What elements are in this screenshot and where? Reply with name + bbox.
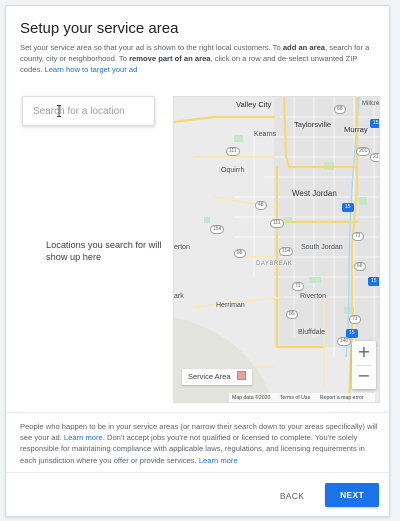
terms-of-use-link[interactable]: Terms of Use — [280, 395, 311, 401]
map-label-daybreak: DAYBREAK — [256, 261, 293, 267]
route-shield: 71 — [292, 282, 304, 291]
map-label-riverton: Riverton — [300, 293, 327, 300]
map-attribution: Map data ©2020 Terms of Use Report a map… — [229, 393, 375, 402]
route-shield: 71 — [352, 232, 364, 241]
section-divider — [6, 412, 391, 413]
map-label-oquirrh: Oquirrh — [221, 167, 245, 174]
learn-more-link-2[interactable]: Learn more — [199, 456, 238, 465]
footer-divider — [6, 472, 391, 473]
location-search-input[interactable] — [22, 96, 155, 126]
zoom-out-button[interactable]: − — [352, 365, 376, 389]
map-label-taylorsville: Taylorsville — [294, 120, 332, 129]
page-title: Setup your service area — [20, 20, 179, 37]
route-shield: 154 — [279, 247, 294, 256]
empty-locations-message: Locations you search for will show up he… — [46, 240, 162, 262]
interstate-shield: 15 — [368, 277, 379, 286]
route-shield: 154 — [210, 225, 225, 234]
interstate-shield: 15 — [342, 203, 354, 212]
service-area-card: Setup your service area Set your service… — [5, 5, 391, 517]
interstate-shield: 15 — [370, 119, 379, 128]
intro-part-1: Set your service area so that your ad is… — [20, 43, 283, 52]
map-base-tiles — [174, 97, 379, 402]
learn-how-to-target-link[interactable]: Learn how to target your ad — [44, 65, 137, 74]
map-label-lark: ark — [174, 293, 184, 300]
route-shield: 140 — [337, 337, 352, 346]
route-shield: 111 — [226, 147, 240, 156]
route-shield: 201 — [356, 147, 371, 156]
route-shield: 71 — [349, 315, 361, 324]
map-label-south-jordan: South Jordan — [301, 244, 343, 251]
route-shield: 215 — [370, 153, 379, 162]
route-shield: 68 — [354, 262, 366, 271]
map-zoom-control: + − — [352, 341, 376, 389]
legend-label: Service Area — [188, 372, 231, 381]
route-shield: 68 — [334, 105, 346, 114]
intro-bold-add-area: add an area — [282, 43, 326, 52]
map-label-bluffdale: Bluffdale — [298, 329, 326, 336]
map-label-murray: Murray — [344, 125, 368, 134]
route-shield: 85 — [234, 249, 246, 258]
map-label-valley-city: Valley City — [236, 100, 272, 109]
learn-more-link-1[interactable]: Learn more — [64, 433, 103, 442]
intro-bold-remove-area: remove part of an area — [129, 54, 211, 63]
map-legend: Service Area — [182, 369, 252, 385]
map-label-herriman: Herriman — [216, 302, 245, 309]
service-area-swatch — [236, 371, 246, 380]
map-label-millcreek: Millcre — [362, 101, 380, 107]
map-data-credit: Map data ©2020 — [232, 395, 271, 401]
zoom-in-button[interactable]: + — [352, 341, 376, 365]
map-label-berton: erton — [174, 244, 190, 251]
route-shield: 85 — [286, 310, 298, 319]
route-shield: 48 — [255, 201, 267, 210]
back-button[interactable]: BACK — [274, 484, 310, 508]
report-map-error-link[interactable]: Report a map error — [320, 395, 364, 401]
map-label-kearns: Kearns — [254, 131, 277, 138]
service-area-map[interactable]: Valley City Millcre Kearns Taylorsville … — [173, 96, 380, 403]
route-shield: 111 — [270, 219, 284, 228]
compliance-notice: People who happen to be in your service … — [20, 421, 380, 466]
next-button[interactable]: NEXT — [325, 483, 379, 507]
intro-text: Set your service area so that your ad is… — [20, 42, 380, 75]
map-label-west-jordan: West Jordan — [292, 189, 337, 198]
